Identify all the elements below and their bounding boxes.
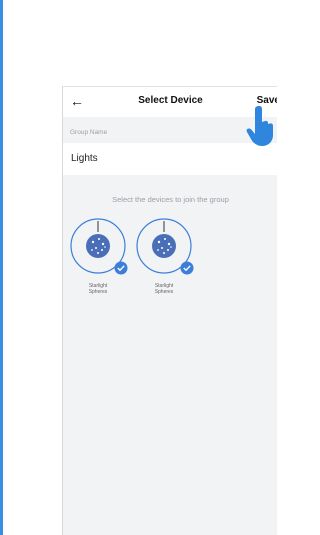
group-name-label: Group Name: [70, 129, 108, 136]
starlight-sphere-icon: [70, 218, 128, 275]
check-badge: [114, 261, 128, 275]
check-badge: [180, 261, 194, 275]
device-card[interactable]: Starlight Spheres: [69, 215, 128, 295]
device-name: Starlight Spheres: [154, 283, 174, 295]
device-name: Starlight Spheres: [88, 283, 108, 295]
device-card[interactable]: Starlight Spheres: [135, 215, 194, 295]
group-name-value: Lights: [71, 153, 98, 164]
phone-screen: ← Select Device Save Group Name Lights S…: [62, 86, 277, 535]
select-hint: Select the devices to join the group: [112, 195, 229, 204]
starlight-sphere-icon: [136, 218, 194, 275]
pointing-hand-icon: [246, 106, 273, 146]
window-edge: [0, 0, 3, 535]
